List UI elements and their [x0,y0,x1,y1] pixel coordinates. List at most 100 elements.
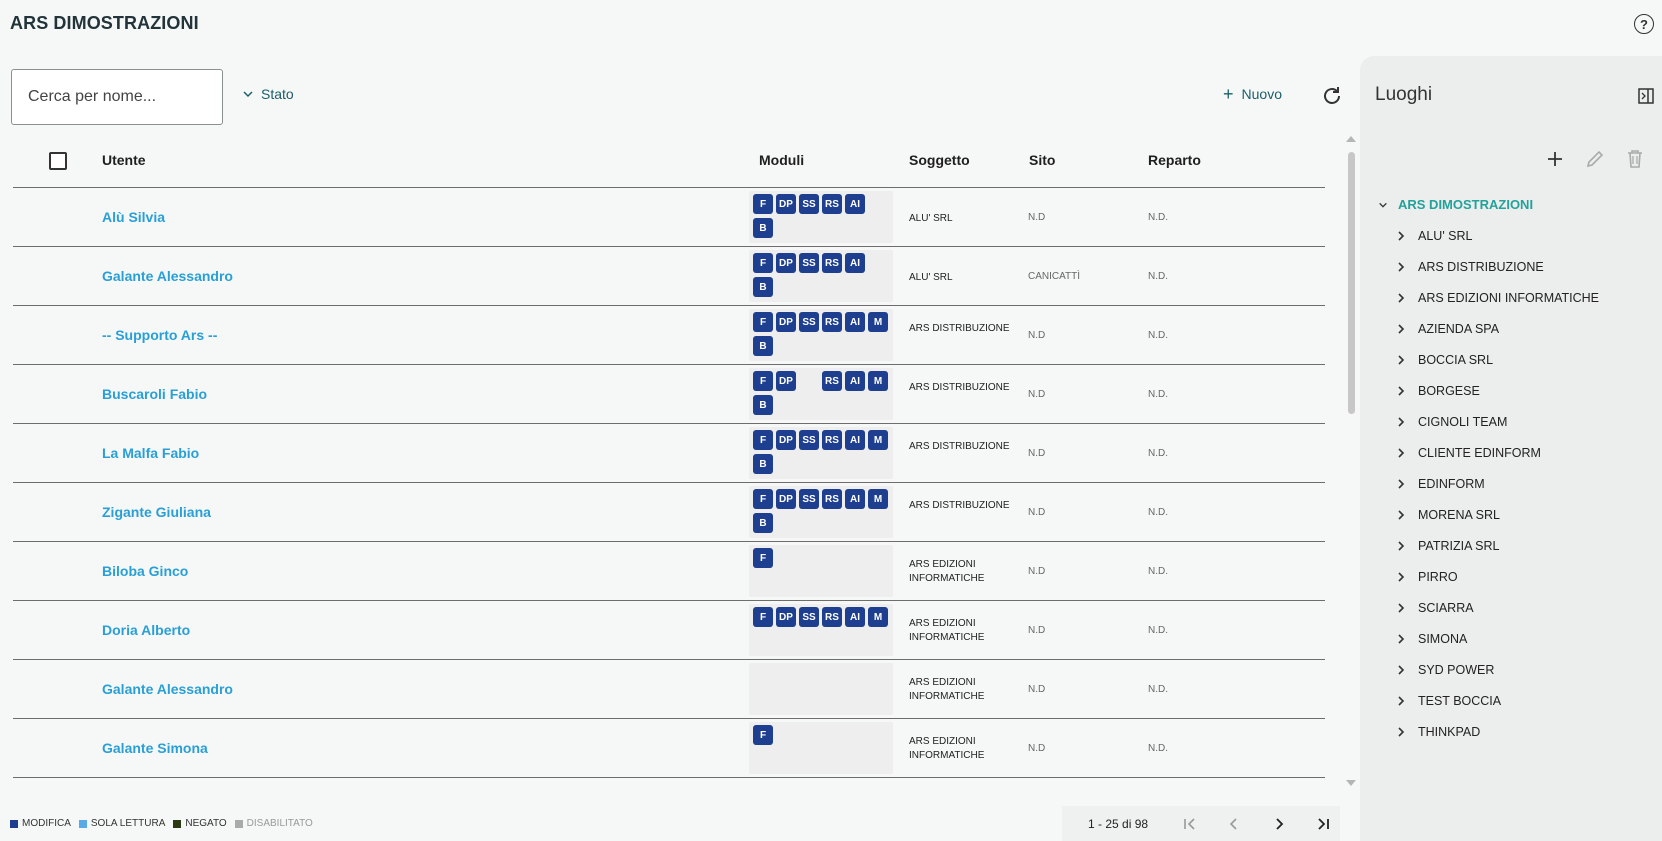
user-name-link[interactable]: -- Supporto Ars -- [102,327,217,343]
module-badge[interactable]: RS [822,371,842,391]
tree-node[interactable]: SIMONA [1372,623,1662,654]
scroll-thumb[interactable] [1348,152,1355,414]
module-badge[interactable]: M [868,312,888,332]
first-page-icon[interactable] [1180,814,1200,834]
tree-node[interactable]: CLIENTE EDINFORM [1372,437,1662,468]
chevron-right-icon[interactable] [1396,633,1406,644]
module-badge[interactable]: F [753,253,773,273]
module-badge[interactable]: DP [776,607,796,627]
tree-node[interactable]: ALU' SRL [1372,220,1662,251]
user-name-link[interactable]: Buscaroli Fabio [102,386,207,402]
tree-node[interactable]: MORENA SRL [1372,499,1662,530]
module-badge[interactable]: M [868,430,888,450]
refresh-icon[interactable] [1320,84,1344,108]
table-row[interactable]: La Malfa Fabio F DP SS RS AI M B ARS DISTRIBUZIO… [13,424,1325,483]
table-row[interactable]: -- Supporto Ars -- F DP SS RS AI M B ARS DISTRIB… [13,306,1325,365]
tree-node[interactable]: BORGESE [1372,375,1662,406]
user-name-link[interactable]: Zigante Giuliana [102,504,211,520]
table-row[interactable]: Zigante Giuliana F DP SS RS AI M B ARS DISTRIBUZ… [13,483,1325,542]
module-badge[interactable]: F [753,371,773,391]
tree-root-node[interactable]: ARS DIMOSTRAZIONI [1372,189,1662,220]
module-badge[interactable]: AI [845,312,865,332]
module-badge[interactable]: F [753,489,773,509]
tree-node[interactable]: THINKPAD [1372,716,1662,747]
chevron-right-icon[interactable] [1396,385,1406,396]
module-badge[interactable]: DP [776,312,796,332]
module-badge[interactable]: F [753,607,773,627]
module-badge[interactable]: F [753,548,773,568]
delete-trash-icon[interactable] [1624,148,1646,170]
edit-pencil-icon[interactable] [1584,148,1606,170]
module-badge[interactable]: AI [845,194,865,214]
user-name-link[interactable]: La Malfa Fabio [102,445,199,461]
tree-node[interactable]: EDINFORM [1372,468,1662,499]
chevron-right-icon[interactable] [1396,447,1406,458]
search-box[interactable] [11,69,223,125]
module-badge[interactable]: B [753,336,773,356]
table-row[interactable]: Buscaroli Fabio F DP RS AI M B ARS DISTRIBUZION… [13,365,1325,424]
module-badge[interactable]: F [753,430,773,450]
tree-node[interactable]: SCIARRA [1372,592,1662,623]
module-badge[interactable]: F [753,725,773,745]
column-header-moduli[interactable]: Moduli [759,152,804,168]
module-badge[interactable]: DP [776,253,796,273]
chevron-right-icon[interactable] [1396,416,1406,427]
module-badge[interactable]: B [753,454,773,474]
user-name-link[interactable]: Galante Simona [102,740,208,756]
scroll-up-arrow-icon[interactable] [1346,136,1356,142]
previous-page-icon[interactable] [1224,814,1244,834]
module-badge[interactable]: RS [822,253,842,273]
tree-node[interactable]: PATRIZIA SRL [1372,530,1662,561]
module-badge[interactable]: M [868,371,888,391]
module-badge[interactable]: RS [822,430,842,450]
chevron-right-icon[interactable] [1396,664,1406,675]
module-badge[interactable]: SS [799,312,819,332]
module-badge[interactable]: M [868,489,888,509]
chevron-right-icon[interactable] [1396,292,1406,303]
module-badge[interactable]: DP [776,371,796,391]
chevron-right-icon[interactable] [1396,695,1406,706]
chevron-right-icon[interactable] [1396,230,1406,241]
column-header-reparto[interactable]: Reparto [1148,152,1201,168]
module-badge[interactable]: AI [845,607,865,627]
module-badge[interactable]: DP [776,194,796,214]
chevron-right-icon[interactable] [1396,540,1406,551]
table-row[interactable]: Biloba Ginco F ARS EDIZIONI INFORMATICHE N.… [13,542,1325,601]
tree-node[interactable]: CIGNOLI TEAM [1372,406,1662,437]
module-badge[interactable]: RS [822,607,842,627]
table-row[interactable]: Doria Alberto F DP SS RS AI M ARS EDIZIONI INFO… [13,601,1325,660]
add-icon[interactable] [1544,148,1566,170]
panel-collapse-icon[interactable] [1638,88,1654,104]
module-badge[interactable]: SS [799,430,819,450]
chevron-right-icon[interactable] [1396,509,1406,520]
module-badge[interactable]: B [753,277,773,297]
help-icon[interactable]: ? [1634,14,1654,34]
stato-filter-button[interactable]: Stato [243,86,294,102]
module-badge[interactable]: RS [822,194,842,214]
module-badge[interactable]: AI [845,371,865,391]
chevron-right-icon[interactable] [1396,261,1406,272]
user-name-link[interactable]: Galante Alessandro [102,268,233,284]
user-name-link[interactable]: Doria Alberto [102,622,190,638]
module-badge[interactable]: SS [799,253,819,273]
module-badge[interactable]: AI [845,489,865,509]
chevron-right-icon[interactable] [1396,602,1406,613]
user-name-link[interactable]: Biloba Ginco [102,563,188,579]
tree-node[interactable]: ARS DISTRIBUZIONE [1372,251,1662,282]
column-header-utente[interactable]: Utente [102,152,146,168]
module-badge[interactable]: AI [845,253,865,273]
module-badge[interactable]: F [753,194,773,214]
module-badge[interactable]: SS [799,194,819,214]
table-row[interactable]: Alù Silvia F DP SS RS AI B ALU' SRL N.D N.D. [13,188,1325,247]
column-header-soggetto[interactable]: Soggetto [909,152,970,168]
table-row[interactable]: Galante Alessandro F DP SS RS AI B ALU' SRL CANI… [13,247,1325,306]
module-badge[interactable]: DP [776,430,796,450]
module-badge[interactable]: M [868,607,888,627]
chevron-right-icon[interactable] [1396,478,1406,489]
module-badge[interactable]: B [753,513,773,533]
chevron-right-icon[interactable] [1396,354,1406,365]
module-badge[interactable]: F [753,312,773,332]
last-page-icon[interactable] [1313,814,1333,834]
module-badge[interactable]: SS [799,607,819,627]
tree-node[interactable]: BOCCIA SRL [1372,344,1662,375]
